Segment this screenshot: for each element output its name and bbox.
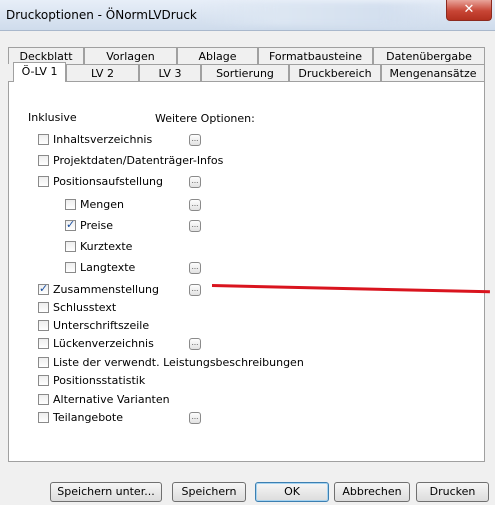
- inklusive-label: Inklusive: [28, 111, 77, 124]
- options-button-preise[interactable]: ...: [189, 220, 201, 232]
- label-inhaltsverzeichnis: Inhaltsverzeichnis: [53, 133, 153, 146]
- label-mengen: Mengen: [80, 198, 124, 211]
- label-projektdaten: Projektdaten/Datenträger-Infos: [53, 154, 224, 167]
- checkbox-preise[interactable]: ✓: [65, 218, 76, 231]
- label-alternative-varianten: Alternative Varianten: [53, 393, 170, 406]
- options-panel: Inklusive Weitere Optionen: Inhaltsverze…: [8, 81, 485, 462]
- save-as-button[interactable]: Speichern unter...: [50, 482, 162, 502]
- close-icon: ✕: [463, 2, 475, 17]
- options-button-zusammenstellung[interactable]: ...: [189, 284, 201, 296]
- options-button-lueckenverzeichnis[interactable]: ...: [189, 338, 201, 350]
- cancel-button[interactable]: Abbrechen: [334, 482, 410, 502]
- weitere-optionen-label: Weitere Optionen:: [155, 112, 255, 125]
- options-button-langtexte[interactable]: ...: [189, 262, 201, 274]
- checkmark-icon: ✓: [39, 282, 49, 295]
- checkbox-leistungsbeschreibungen[interactable]: [38, 357, 49, 368]
- window-title: Druckoptionen - ÖNormLVDruck: [6, 8, 197, 22]
- options-button-teilangebote[interactable]: ...: [189, 412, 201, 424]
- label-positionsaufstellung: Positionsaufstellung: [53, 175, 163, 188]
- print-options-dialog: Druckoptionen - ÖNormLVDruck ✕ Deckblatt…: [0, 0, 495, 505]
- close-button[interactable]: ✕: [446, 0, 492, 21]
- options-button-inhaltsverzeichnis[interactable]: ...: [189, 134, 201, 146]
- checkbox-alternative-varianten[interactable]: [38, 394, 49, 405]
- label-lueckenverzeichnis: Lückenverzeichnis: [53, 337, 154, 350]
- checkbox-projektdaten[interactable]: [38, 155, 49, 166]
- checkbox-lueckenverzeichnis[interactable]: [38, 338, 49, 349]
- label-teilangebote: Teilangebote: [53, 411, 123, 424]
- checkbox-schlusstext[interactable]: [38, 302, 49, 313]
- label-langtexte: Langtexte: [80, 261, 136, 274]
- tab-oe-lv-1[interactable]: Ö-LV 1: [13, 62, 66, 82]
- checkmark-icon: ✓: [66, 218, 76, 231]
- label-schlusstext: Schlusstext: [53, 301, 117, 314]
- tab-vorlagen[interactable]: Vorlagen: [84, 47, 177, 64]
- options-button-mengen[interactable]: ...: [189, 199, 201, 211]
- checkbox-kurztexte[interactable]: [65, 241, 76, 252]
- checkbox-positionsstatistik[interactable]: [38, 375, 49, 386]
- label-positionsstatistik: Positionsstatistik: [53, 374, 146, 387]
- label-unterschriftszeile: Unterschriftszeile: [53, 319, 150, 332]
- checkbox-inhaltsverzeichnis[interactable]: [38, 134, 49, 145]
- title-bar: Druckoptionen - ÖNormLVDruck ✕: [0, 0, 495, 31]
- ok-button[interactable]: OK: [255, 482, 329, 502]
- checkbox-zusammenstellung[interactable]: ✓: [38, 282, 49, 295]
- label-preise: Preise: [80, 219, 114, 232]
- checkbox-positionsaufstellung[interactable]: [38, 176, 49, 187]
- tab-ablage[interactable]: Ablage: [177, 47, 258, 64]
- tab-lv-3[interactable]: LV 3: [139, 64, 201, 81]
- checkbox-unterschriftszeile[interactable]: [38, 320, 49, 331]
- tab-sortierung[interactable]: Sortierung: [201, 64, 289, 81]
- checkbox-langtexte[interactable]: [65, 262, 76, 273]
- save-button[interactable]: Speichern: [172, 482, 246, 502]
- tab-druckbereich[interactable]: Druckbereich: [289, 64, 381, 81]
- options-button-positionsaufstellung[interactable]: ...: [189, 176, 201, 188]
- label-kurztexte: Kurztexte: [80, 240, 133, 253]
- tab-datenuebergabe[interactable]: Datenübergabe: [373, 47, 485, 64]
- checkbox-mengen[interactable]: [65, 199, 76, 210]
- tab-formatbausteine[interactable]: Formatbausteine: [258, 47, 373, 64]
- tab-lv-2[interactable]: LV 2: [66, 64, 139, 81]
- label-leistungsbeschreibungen: Liste der verwendt. Leistungsbeschreibun…: [53, 356, 304, 369]
- print-button[interactable]: Drucken: [416, 482, 489, 502]
- checkbox-teilangebote[interactable]: [38, 412, 49, 423]
- blurred-title-region: [200, 3, 460, 25]
- tab-mengenansaetze[interactable]: Mengenansätze: [381, 64, 485, 81]
- label-zusammenstellung: Zusammenstellung: [53, 283, 159, 296]
